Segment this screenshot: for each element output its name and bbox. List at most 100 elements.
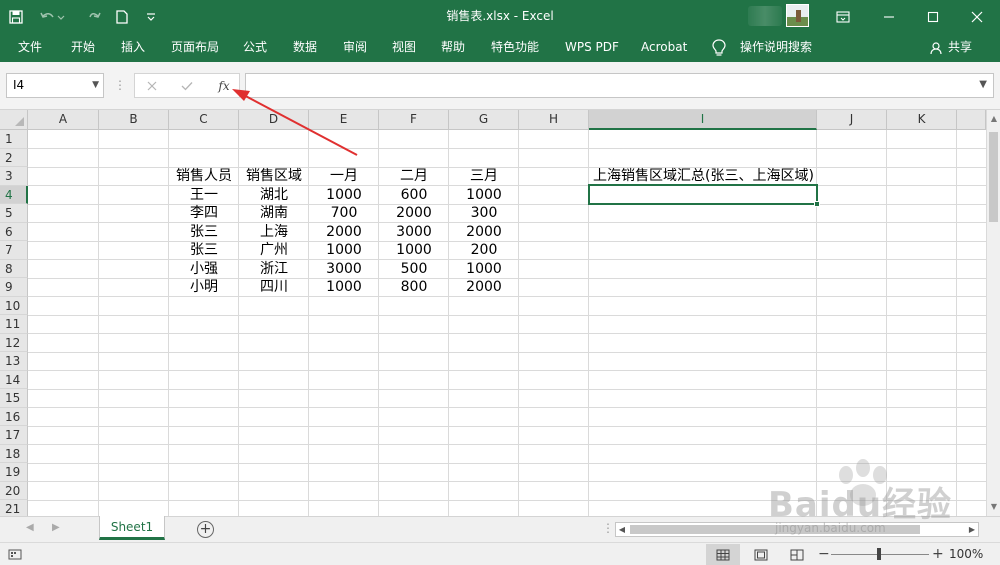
user-avatar[interactable] bbox=[786, 4, 809, 27]
table-cell[interactable]: 600 bbox=[379, 186, 449, 205]
redo-button[interactable] bbox=[72, 0, 108, 33]
column-header[interactable]: F bbox=[379, 110, 449, 130]
select-all-button[interactable] bbox=[0, 110, 28, 130]
row-header[interactable]: 19 bbox=[0, 463, 28, 482]
column-header[interactable]: A bbox=[28, 110, 99, 130]
table-cell[interactable]: 2000 bbox=[449, 278, 519, 297]
row-header[interactable]: 2 bbox=[0, 148, 28, 167]
table-cell[interactable]: 张三 bbox=[169, 223, 239, 242]
horizontal-scroll-thumb[interactable] bbox=[630, 525, 920, 534]
tab-acrobat[interactable]: Acrobat bbox=[641, 33, 687, 62]
vertical-scrollbar[interactable]: ▲ ▼ bbox=[986, 110, 1000, 516]
tab-page-layout[interactable]: 页面布局 bbox=[171, 33, 219, 62]
table-cell[interactable]: 张三 bbox=[169, 241, 239, 260]
row-header[interactable]: 20 bbox=[0, 481, 28, 500]
row-header[interactable]: 7 bbox=[0, 241, 28, 260]
minimize-button[interactable] bbox=[866, 0, 912, 33]
row-header[interactable]: 21 bbox=[0, 500, 28, 516]
previous-sheet-icon[interactable]: ◀ bbox=[26, 522, 34, 533]
add-sheet-button[interactable]: + bbox=[197, 521, 214, 538]
table-cell[interactable]: 1000 bbox=[449, 186, 519, 205]
table-cell[interactable]: 王一 bbox=[169, 186, 239, 205]
table-cell[interactable]: 1000 bbox=[449, 260, 519, 279]
column-header[interactable]: G bbox=[449, 110, 519, 130]
column-header-selected[interactable]: I bbox=[589, 110, 817, 130]
row-header[interactable]: 5 bbox=[0, 204, 28, 223]
page-layout-view-button[interactable] bbox=[744, 544, 778, 565]
zoom-slider-thumb[interactable] bbox=[877, 548, 881, 560]
table-cell[interactable]: 湖南 bbox=[239, 204, 309, 223]
column-header[interactable]: B bbox=[99, 110, 169, 130]
scroll-down-icon[interactable]: ▼ bbox=[989, 502, 999, 512]
page-break-view-button[interactable] bbox=[780, 544, 814, 565]
save-button[interactable] bbox=[0, 0, 32, 33]
vertical-scroll-thumb[interactable] bbox=[989, 132, 998, 222]
undo-button[interactable] bbox=[32, 0, 72, 33]
table-header-cell[interactable]: 销售区域 bbox=[239, 167, 309, 186]
row-header[interactable]: 11 bbox=[0, 315, 28, 334]
table-cell[interactable]: 1000 bbox=[309, 241, 379, 260]
chevron-down-icon[interactable]: ▼ bbox=[92, 74, 99, 97]
tab-view[interactable]: 视图 bbox=[392, 33, 416, 62]
tab-wps-pdf[interactable]: WPS PDF bbox=[565, 33, 619, 62]
row-header[interactable]: 3 bbox=[0, 167, 28, 186]
new-document-button[interactable] bbox=[108, 0, 136, 33]
table-cell[interactable]: 2000 bbox=[309, 223, 379, 242]
ribbon-display-options-button[interactable] bbox=[820, 0, 866, 33]
zoom-in-button[interactable]: + bbox=[932, 545, 944, 563]
row-header[interactable]: 18 bbox=[0, 444, 28, 463]
macro-record-icon[interactable] bbox=[8, 549, 22, 563]
table-cell[interactable]: 500 bbox=[379, 260, 449, 279]
row-header[interactable]: 13 bbox=[0, 352, 28, 371]
tab-data[interactable]: 数据 bbox=[293, 33, 317, 62]
scroll-up-icon[interactable]: ▲ bbox=[989, 114, 999, 124]
table-header-cell[interactable]: 三月 bbox=[449, 167, 519, 186]
share-button[interactable]: 共享 bbox=[930, 33, 972, 62]
table-cell[interactable]: 1000 bbox=[309, 186, 379, 205]
customize-qat-button[interactable] bbox=[136, 0, 166, 33]
row-header[interactable]: 10 bbox=[0, 296, 28, 315]
scroll-right-icon[interactable]: ▶ bbox=[966, 523, 978, 536]
table-cell[interactable]: 湖北 bbox=[239, 186, 309, 205]
row-header[interactable]: 8 bbox=[0, 259, 28, 278]
fill-handle[interactable] bbox=[814, 201, 820, 207]
column-header[interactable]: C bbox=[169, 110, 239, 130]
column-header[interactable]: H bbox=[519, 110, 589, 130]
horizontal-scrollbar[interactable]: ◀ ▶ bbox=[615, 522, 979, 537]
row-header[interactable]: 16 bbox=[0, 407, 28, 426]
zoom-level[interactable]: 100% bbox=[949, 543, 983, 565]
name-box[interactable]: I4 ▼ bbox=[6, 73, 104, 98]
tab-help[interactable]: 帮助 bbox=[441, 33, 465, 62]
row-header[interactable]: 9 bbox=[0, 278, 28, 297]
table-cell[interactable]: 1000 bbox=[309, 278, 379, 297]
table-cell[interactable]: 800 bbox=[379, 278, 449, 297]
close-button[interactable] bbox=[954, 0, 1000, 33]
table-cell[interactable]: 300 bbox=[449, 204, 519, 223]
worksheet-grid[interactable]: A B C D E F G H I J K 1 2 3 4 5 6 7 8 9 … bbox=[0, 110, 1000, 516]
splitter-dots-icon[interactable]: ⋮ bbox=[602, 522, 614, 534]
row-header-selected[interactable]: 4 bbox=[0, 185, 28, 204]
normal-view-button[interactable] bbox=[706, 544, 740, 565]
row-header[interactable]: 15 bbox=[0, 389, 28, 408]
table-cell[interactable]: 四川 bbox=[239, 278, 309, 297]
sheet-tab-sheet1[interactable]: Sheet1 bbox=[99, 516, 165, 540]
tab-file[interactable]: 文件 bbox=[18, 33, 42, 62]
tab-special-features[interactable]: 特色功能 bbox=[491, 33, 539, 62]
maximize-button[interactable] bbox=[910, 0, 956, 33]
tab-insert[interactable]: 插入 bbox=[121, 33, 145, 62]
tell-me-search[interactable]: 操作说明搜索 bbox=[740, 33, 812, 62]
table-cell[interactable]: 200 bbox=[449, 241, 519, 260]
column-header[interactable]: D bbox=[239, 110, 309, 130]
table-cell[interactable]: 李四 bbox=[169, 204, 239, 223]
table-cell[interactable]: 上海 bbox=[239, 223, 309, 242]
expand-formula-bar-icon[interactable]: ▼ bbox=[979, 79, 987, 90]
zoom-out-button[interactable]: − bbox=[818, 545, 830, 563]
formula-input[interactable]: ▼ bbox=[245, 73, 994, 98]
scroll-left-icon[interactable]: ◀ bbox=[616, 523, 628, 536]
table-cell[interactable]: 3000 bbox=[379, 223, 449, 242]
table-cell[interactable]: 小强 bbox=[169, 260, 239, 279]
table-cell[interactable]: 浙江 bbox=[239, 260, 309, 279]
table-cell[interactable]: 广州 bbox=[239, 241, 309, 260]
splitter-dots-icon[interactable]: ⋮ bbox=[114, 79, 126, 91]
cancel-button[interactable] bbox=[137, 74, 167, 97]
